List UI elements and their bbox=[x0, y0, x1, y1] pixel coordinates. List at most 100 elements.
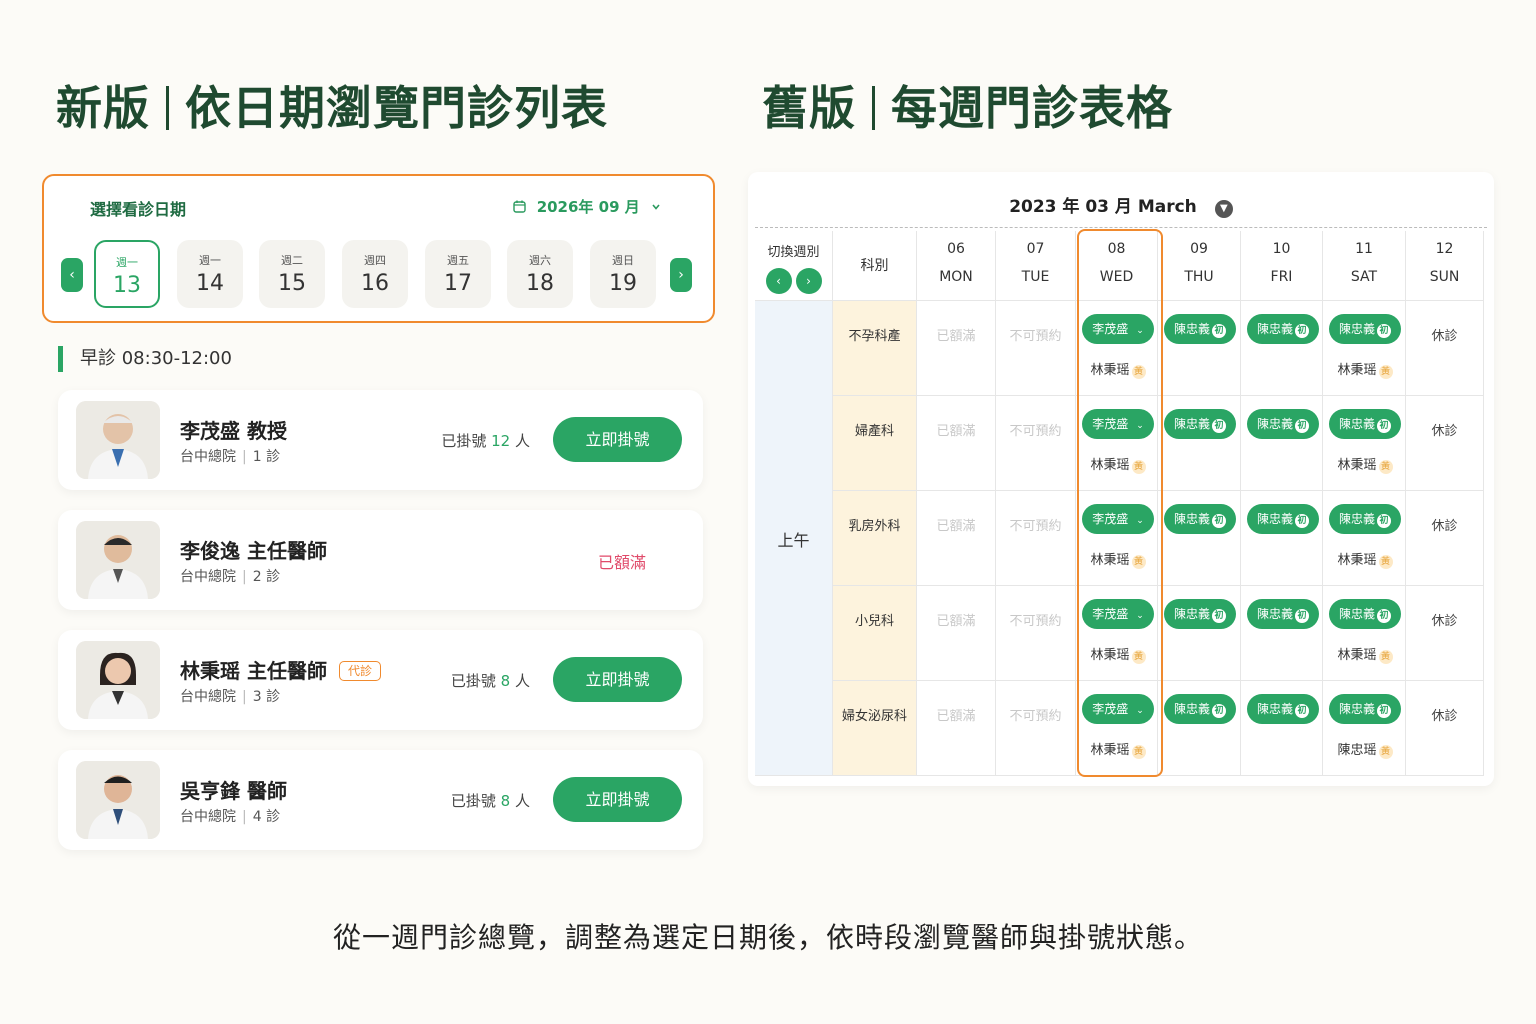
pill-mark-icon: 初 bbox=[1295, 324, 1309, 338]
dept-header-label: 科別 bbox=[860, 258, 889, 274]
chevron-down-icon bbox=[645, 198, 661, 216]
pill-mark-icon: 初 bbox=[1295, 514, 1309, 528]
doctor-pill-name: 陳忠義 bbox=[1256, 607, 1293, 621]
second-doctor: 林秉瑶黃 bbox=[1329, 359, 1401, 379]
doctor-mark-icon: 黃 bbox=[1378, 365, 1393, 379]
unavailable-status: 不可預約 bbox=[1009, 329, 1062, 344]
sun-cell: 休診 bbox=[1406, 491, 1484, 586]
count-number: 12 bbox=[491, 432, 511, 450]
tue-cell: 不可預約 bbox=[996, 396, 1076, 491]
sat-doctor-pill[interactable]: 陳忠義初 bbox=[1329, 409, 1401, 439]
day-of-week: FRI bbox=[1270, 269, 1293, 285]
day-header: 06 MON bbox=[917, 231, 996, 301]
second-doctor-name: 林秉瑶 bbox=[1337, 458, 1377, 473]
hospital-name: 台中總院 bbox=[180, 449, 236, 465]
registered-count: 已掛號 8 人 bbox=[430, 790, 530, 811]
sat-doctor-pill[interactable]: 陳忠義初 bbox=[1329, 504, 1401, 534]
doctor-pill-name: 陳忠義 bbox=[1338, 512, 1375, 526]
count-number: 8 bbox=[500, 672, 511, 690]
day-button[interactable]: 週二 15 bbox=[259, 240, 325, 308]
mon-cell: 已額滿 bbox=[917, 396, 996, 491]
closed-status: 休診 bbox=[1431, 424, 1458, 439]
footer-caption: 從一週門診總覽，調整為選定日期後，依時段瀏覽醫師與掛號狀態。 bbox=[332, 921, 1203, 954]
day-button[interactable]: 週五 17 bbox=[425, 240, 491, 308]
doctor-pill-name: 陳忠義 bbox=[1338, 607, 1375, 621]
full-status: 已額滿 bbox=[936, 614, 976, 629]
pill-mark-icon: 初 bbox=[1212, 514, 1226, 528]
month-dropdown-icon[interactable]: ▼ bbox=[1214, 200, 1233, 218]
doctor-card: 林秉瑶 主任醫師 代診 台中總院 | 3 診 已掛號 8 人 立即掛號 bbox=[58, 630, 703, 730]
doctor-pill-name: 陳忠義 bbox=[1338, 417, 1375, 431]
mon-cell: 已額滿 bbox=[917, 586, 996, 681]
next-week-button[interactable]: › bbox=[795, 268, 822, 294]
thu-doctor-pill[interactable]: 陳忠義初 bbox=[1164, 314, 1236, 344]
sat-doctor-pill[interactable]: 陳忠義初 bbox=[1329, 599, 1401, 629]
day-button[interactable]: 週日 19 bbox=[590, 240, 656, 308]
pill-mark-icon: 初 bbox=[1212, 704, 1226, 718]
thu-doctor-pill[interactable]: 陳忠義初 bbox=[1164, 694, 1236, 724]
day-weekday: 週六 bbox=[529, 254, 551, 267]
count-number: 8 bbox=[500, 792, 511, 810]
thu-doctor-pill[interactable]: 陳忠義初 bbox=[1164, 599, 1236, 629]
fri-doctor-pill[interactable]: 陳忠義初 bbox=[1247, 694, 1319, 724]
prev-week-button[interactable]: ‹ bbox=[61, 258, 83, 292]
doctor-mark-icon: 黃 bbox=[1378, 555, 1393, 569]
fri-doctor-pill[interactable]: 陳忠義初 bbox=[1247, 409, 1319, 439]
sat-doctor-pill[interactable]: 陳忠義初 bbox=[1329, 314, 1401, 344]
old-version-header: 舊版 每週門診表格 bbox=[762, 72, 1173, 138]
thu-cell: 陳忠義初 bbox=[1158, 586, 1241, 681]
fri-doctor-pill[interactable]: 陳忠義初 bbox=[1247, 599, 1319, 629]
doctor-avatar bbox=[76, 401, 160, 479]
unavailable-status: 不可預約 bbox=[1009, 614, 1062, 629]
thu-doctor-pill[interactable]: 陳忠義初 bbox=[1164, 504, 1236, 534]
dept-label: 乳房外科 bbox=[848, 519, 901, 534]
thu-doctor-pill[interactable]: 陳忠義初 bbox=[1164, 409, 1236, 439]
day-of-week: SAT bbox=[1350, 269, 1378, 285]
book-now-button[interactable]: 立即掛號 bbox=[553, 417, 682, 462]
book-now-button[interactable]: 立即掛號 bbox=[553, 777, 682, 822]
period-label: 上午 bbox=[777, 530, 810, 550]
doctor-mark-icon: 黃 bbox=[1378, 650, 1393, 664]
day-number: 12 bbox=[1435, 241, 1454, 257]
picker-title: 選擇看診日期 bbox=[90, 200, 187, 219]
day-button[interactable]: 週一 14 bbox=[177, 240, 243, 308]
prev-week-button[interactable]: ‹ bbox=[765, 268, 792, 294]
sat-doctor-pill[interactable]: 陳忠義初 bbox=[1329, 694, 1401, 724]
chevron-right-icon: › bbox=[678, 267, 684, 283]
fri-doctor-pill[interactable]: 陳忠義初 bbox=[1247, 504, 1319, 534]
closed-status: 休診 bbox=[1431, 519, 1458, 534]
thu-cell: 陳忠義初 bbox=[1158, 491, 1241, 586]
unavailable-status: 不可預約 bbox=[1009, 519, 1062, 534]
doctor-avatar bbox=[76, 521, 160, 599]
fri-cell: 陳忠義初 bbox=[1241, 396, 1323, 491]
dept-label: 不孕科產 bbox=[848, 329, 901, 344]
new-version-header: 新版 依日期瀏覽門診列表 bbox=[56, 72, 608, 138]
doctor-pill-name: 陳忠義 bbox=[1338, 322, 1375, 336]
fri-doctor-pill[interactable]: 陳忠義初 bbox=[1247, 314, 1319, 344]
doctor-card: 李茂盛 教授 台中總院 | 1 診 已掛號 12 人 立即掛號 bbox=[58, 390, 703, 490]
day-header: 07 TUE bbox=[996, 231, 1076, 301]
second-doctor: 林秉瑶黃 bbox=[1329, 549, 1401, 569]
day-weekday: 週四 bbox=[364, 254, 386, 267]
day-button[interactable]: 週四 16 bbox=[342, 240, 408, 308]
doctor-location: 台中總院 | 2 診 bbox=[180, 569, 281, 585]
day-button[interactable]: 週六 18 bbox=[507, 240, 573, 308]
month-selector[interactable]: 2026年 09 月 bbox=[513, 196, 661, 217]
dept-label: 婦產科 bbox=[854, 424, 894, 439]
room-number: 3 診 bbox=[252, 689, 281, 705]
session-heading: 早診 08:30-12:00 bbox=[58, 346, 232, 372]
table-title: 2023 年 03 月 March ▼ bbox=[748, 192, 1494, 218]
pill-mark-icon: 初 bbox=[1377, 324, 1391, 338]
doctor-pill-name: 陳忠義 bbox=[1256, 702, 1293, 716]
doctor-location: 台中總院 | 1 診 bbox=[180, 449, 281, 465]
full-status: 已額滿 bbox=[936, 709, 976, 724]
second-doctor-name: 林秉瑶 bbox=[1337, 363, 1377, 378]
doctor-avatar bbox=[76, 641, 160, 719]
dept-header: 科別 bbox=[833, 231, 917, 301]
book-now-button[interactable]: 立即掛號 bbox=[553, 657, 682, 702]
doctor-card: 李俊逸 主任醫師 台中總院 | 2 診 已額滿 bbox=[58, 510, 703, 610]
doctor-mark-icon: 黃 bbox=[1378, 460, 1393, 474]
table-month: 2023 年 03 月 March bbox=[1009, 197, 1197, 217]
next-week-button[interactable]: › bbox=[670, 258, 692, 292]
day-button[interactable]: 週一 13 bbox=[94, 240, 160, 308]
